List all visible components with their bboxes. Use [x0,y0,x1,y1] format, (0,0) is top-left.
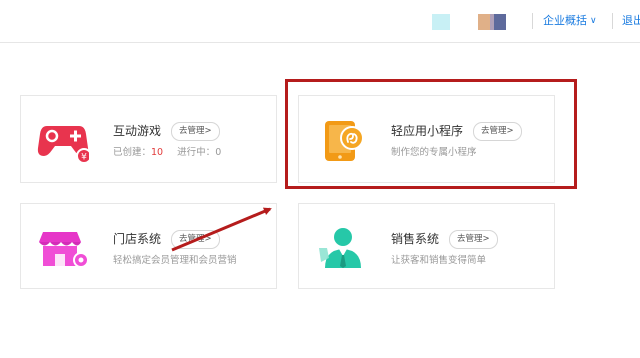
games-stats: 已创建：10 进行中：0 [113,146,221,160]
created-label: 已创建： [113,147,152,158]
created-count: 10 [151,147,164,158]
manage-mini-program-button[interactable]: 去管理> [473,122,522,141]
card-interactive-games[interactable]: ¥ 互动游戏 去管理> 已创建：10 进行中：0 [20,95,277,183]
in-progress-count: 0 [215,147,222,158]
card-title: 互动游戏 [113,124,162,138]
card-sales-system[interactable]: 销售系统 去管理> 让获客和销售变得简单 [298,203,555,289]
gamepad-icon: ¥ [37,114,92,166]
card-title: 销售系统 [391,232,440,246]
topbar-divider [532,13,533,29]
enterprise-overview-label: 企业概括 [543,14,587,27]
card-description: 制作您的专属小程序 [391,147,477,158]
enterprise-overview-menu[interactable]: 企业概括 ∨ [543,13,597,30]
card-mini-program[interactable]: 轻应用小程序 去管理> 制作您的专属小程序 [298,95,555,183]
svg-text:¥: ¥ [81,153,87,163]
topbar-divider [612,13,613,29]
manage-store-button[interactable]: 去管理> [171,230,220,249]
card-title: 门店系统 [113,232,162,246]
mobile-miniprogram-icon [317,114,369,166]
top-bar: 企业概括 ∨ 退出 [0,0,640,43]
manage-games-button[interactable]: 去管理> [171,122,220,141]
storefront-icon [37,222,89,274]
manage-sales-button[interactable]: 去管理> [449,230,498,249]
logout-link[interactable]: 退出 [622,13,640,29]
card-description: 让获客和销售变得简单 [391,255,487,266]
in-progress-label: 进行中： [177,147,216,158]
card-title: 轻应用小程序 [391,124,464,138]
account-avatar[interactable] [432,14,506,30]
salesperson-icon [317,222,369,274]
card-store-system[interactable]: 门店系统 去管理> 轻松搞定会员管理和会员营销 [20,203,277,289]
chevron-down-icon: ∨ [590,16,597,26]
dashboard-page: 企业概括 ∨ 退出 ¥ 互动游戏 去管理> 已创建：10 进行中：0 轻应用小程… [0,0,640,358]
card-description: 轻松搞定会员管理和会员营销 [113,255,237,266]
